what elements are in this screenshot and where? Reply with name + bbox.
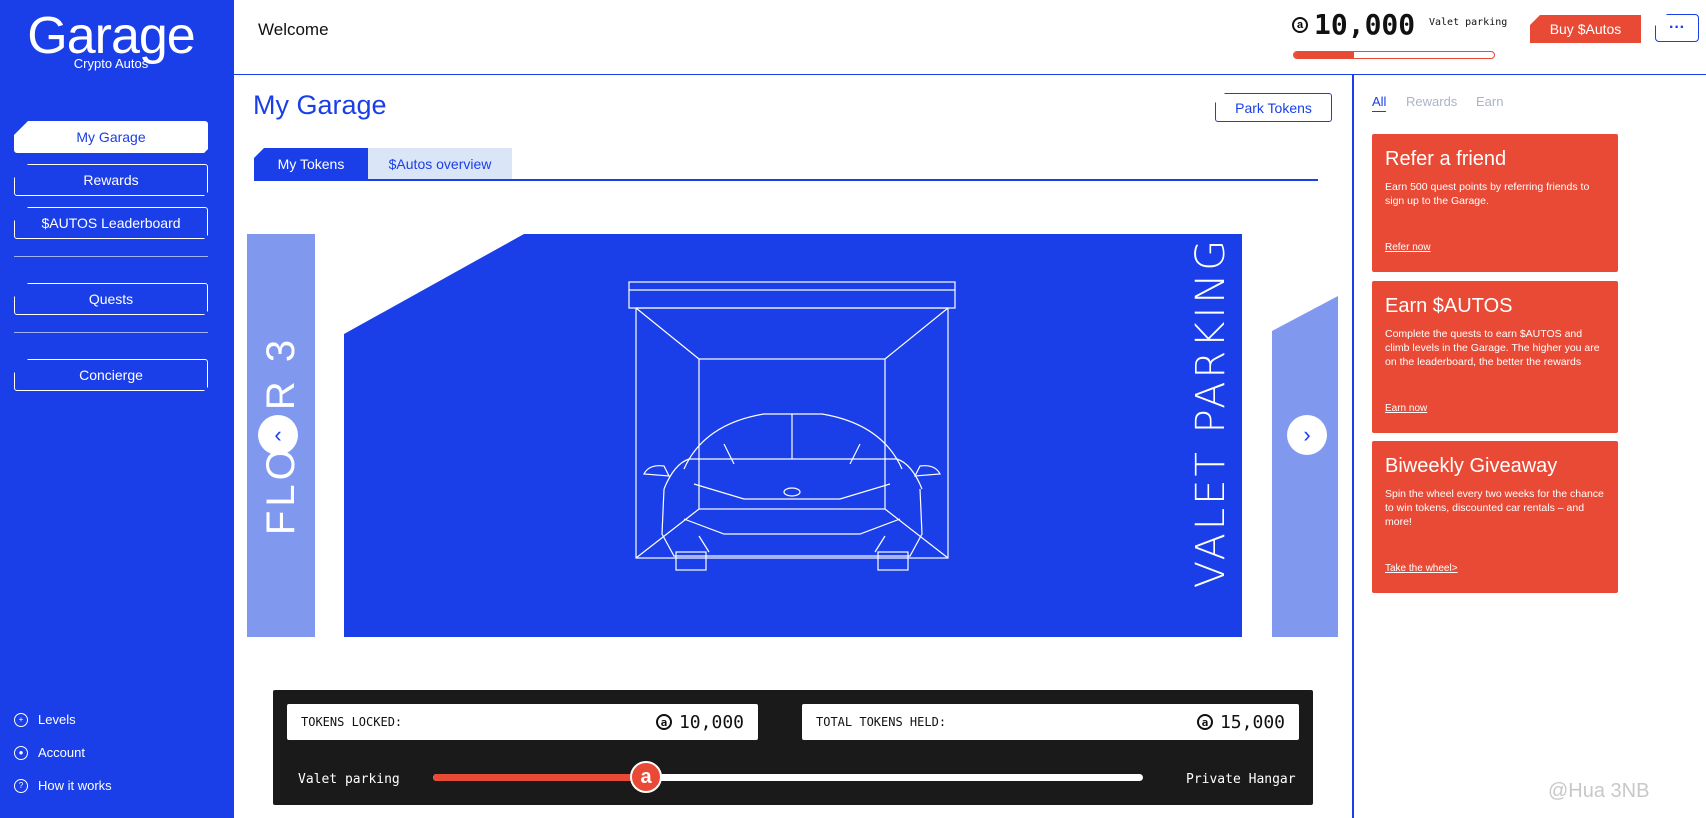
buy-autos-button[interactable]: Buy $Autos <box>1530 15 1641 43</box>
valet-parking-label: VALET PARKING <box>1188 236 1234 589</box>
filter-earn[interactable]: Earn <box>1476 94 1503 109</box>
how-it-works-link[interactable]: ? How it works <box>14 778 112 793</box>
slider-thumb-coin-icon[interactable]: a <box>630 761 662 793</box>
top-header: Welcome a 10,000 Valet parking Buy $Auto… <box>234 0 1706 75</box>
autos-coin-icon: a <box>1196 714 1213 730</box>
nav-divider <box>14 332 208 333</box>
carousel-next-button[interactable]: › <box>1287 415 1327 455</box>
plus-circle-icon: + <box>14 712 28 727</box>
chevron-left-icon: ‹ <box>274 422 282 447</box>
tokens-locked-number: 10,000 <box>678 711 744 733</box>
sidebar: Garage Crypto Autos My Garage Rewards $A… <box>0 0 234 818</box>
rail-divider <box>1352 74 1354 818</box>
promo-title: Refer a friend <box>1385 148 1507 170</box>
nav-quests[interactable]: Quests <box>14 283 208 315</box>
tier-progress-fill <box>1294 52 1354 58</box>
promo-body: Earn 500 quest points by referring frien… <box>1385 181 1590 207</box>
logo[interactable]: Garage Crypto Autos <box>0 8 222 71</box>
tokens-locked-value: a 10,000 <box>655 711 744 733</box>
chevron-right-icon: › <box>1303 422 1311 447</box>
account-link[interactable]: ● Account <box>14 745 85 760</box>
token-balance: a 10,000 <box>1292 8 1415 41</box>
account-label: Account <box>38 745 85 760</box>
slider-start-label: Valet parking <box>298 772 400 787</box>
carousel-card-next[interactable] <box>1272 296 1338 637</box>
tier-progress-bar <box>1293 51 1495 59</box>
tokens-held-number: 15,000 <box>1219 711 1285 733</box>
promo-card-giveaway: Biweekly Giveaway Spin the wheel every t… <box>1372 441 1618 593</box>
question-circle-icon: ? <box>14 778 28 793</box>
filter-rewards[interactable]: Rewards <box>1406 94 1457 109</box>
tab-underline <box>254 179 1318 181</box>
carousel-prev-button[interactable]: ‹ <box>258 415 298 455</box>
more-options-button[interactable]: ··· <box>1655 14 1699 42</box>
park-tokens-button[interactable]: Park Tokens <box>1215 93 1332 122</box>
page-title: My Garage <box>253 90 387 120</box>
promo-card-earn: Earn $AUTOS Complete the quests to earn … <box>1372 281 1618 433</box>
tokens-held-label: TOTAL TOKENS HELD: <box>816 715 947 729</box>
nav-concierge[interactable]: Concierge <box>14 359 208 391</box>
levels-label: Levels <box>38 712 76 727</box>
slider-end-label: Private Hangar <box>1186 772 1296 787</box>
how-it-works-label: How it works <box>38 778 112 793</box>
filter-all[interactable]: All <box>1372 94 1387 112</box>
tokens-locked-label: TOKENS LOCKED: <box>301 715 403 729</box>
carousel-card-valet-parking[interactable]: VALET PARKING <box>344 234 1242 637</box>
take-the-wheel-link[interactable]: Take the wheel> <box>1385 563 1458 574</box>
welcome-text: Welcome <box>258 20 329 39</box>
user-circle-icon: ● <box>14 745 28 760</box>
autos-coin-icon: a <box>1292 16 1308 33</box>
promo-card-refer: Refer a friend Earn 500 quest points by … <box>1372 134 1618 272</box>
promo-body: Complete the quests to earn $AUTOS and c… <box>1385 328 1600 368</box>
watermark: @Hua 3NB <box>1548 780 1650 802</box>
tier-label: Valet parking <box>1429 17 1508 28</box>
refer-now-link[interactable]: Refer now <box>1385 242 1431 253</box>
tokens-panel: TOKENS LOCKED: a 10,000 TOTAL TOKENS HEL… <box>273 690 1313 805</box>
nav-leaderboard[interactable]: $AUTOS Leaderboard <box>14 207 208 239</box>
promo-title: Biweekly Giveaway <box>1385 455 1558 477</box>
earn-now-link[interactable]: Earn now <box>1385 403 1427 414</box>
autos-coin-icon: a <box>655 714 672 730</box>
slider-fill <box>433 774 646 781</box>
promo-title: Earn $AUTOS <box>1385 295 1513 317</box>
tab-my-tokens[interactable]: My Tokens <box>254 148 368 180</box>
balance-value: 10,000 <box>1314 8 1416 41</box>
promo-body: Spin the wheel every two weeks for the c… <box>1385 488 1604 528</box>
tab-autos-overview[interactable]: $Autos overview <box>368 148 512 180</box>
nav-rewards[interactable]: Rewards <box>14 164 208 196</box>
parking-level-slider[interactable]: a <box>433 761 1143 793</box>
nav-divider <box>14 256 208 257</box>
tokens-held-value: a 15,000 <box>1196 711 1285 733</box>
levels-link[interactable]: + Levels <box>14 712 76 727</box>
car-garage-illustration <box>628 281 956 571</box>
nav-my-garage[interactable]: My Garage <box>14 121 208 153</box>
tokens-locked-box: TOKENS LOCKED: a 10,000 <box>287 704 758 740</box>
tokens-held-box: TOTAL TOKENS HELD: a 15,000 <box>802 704 1299 740</box>
